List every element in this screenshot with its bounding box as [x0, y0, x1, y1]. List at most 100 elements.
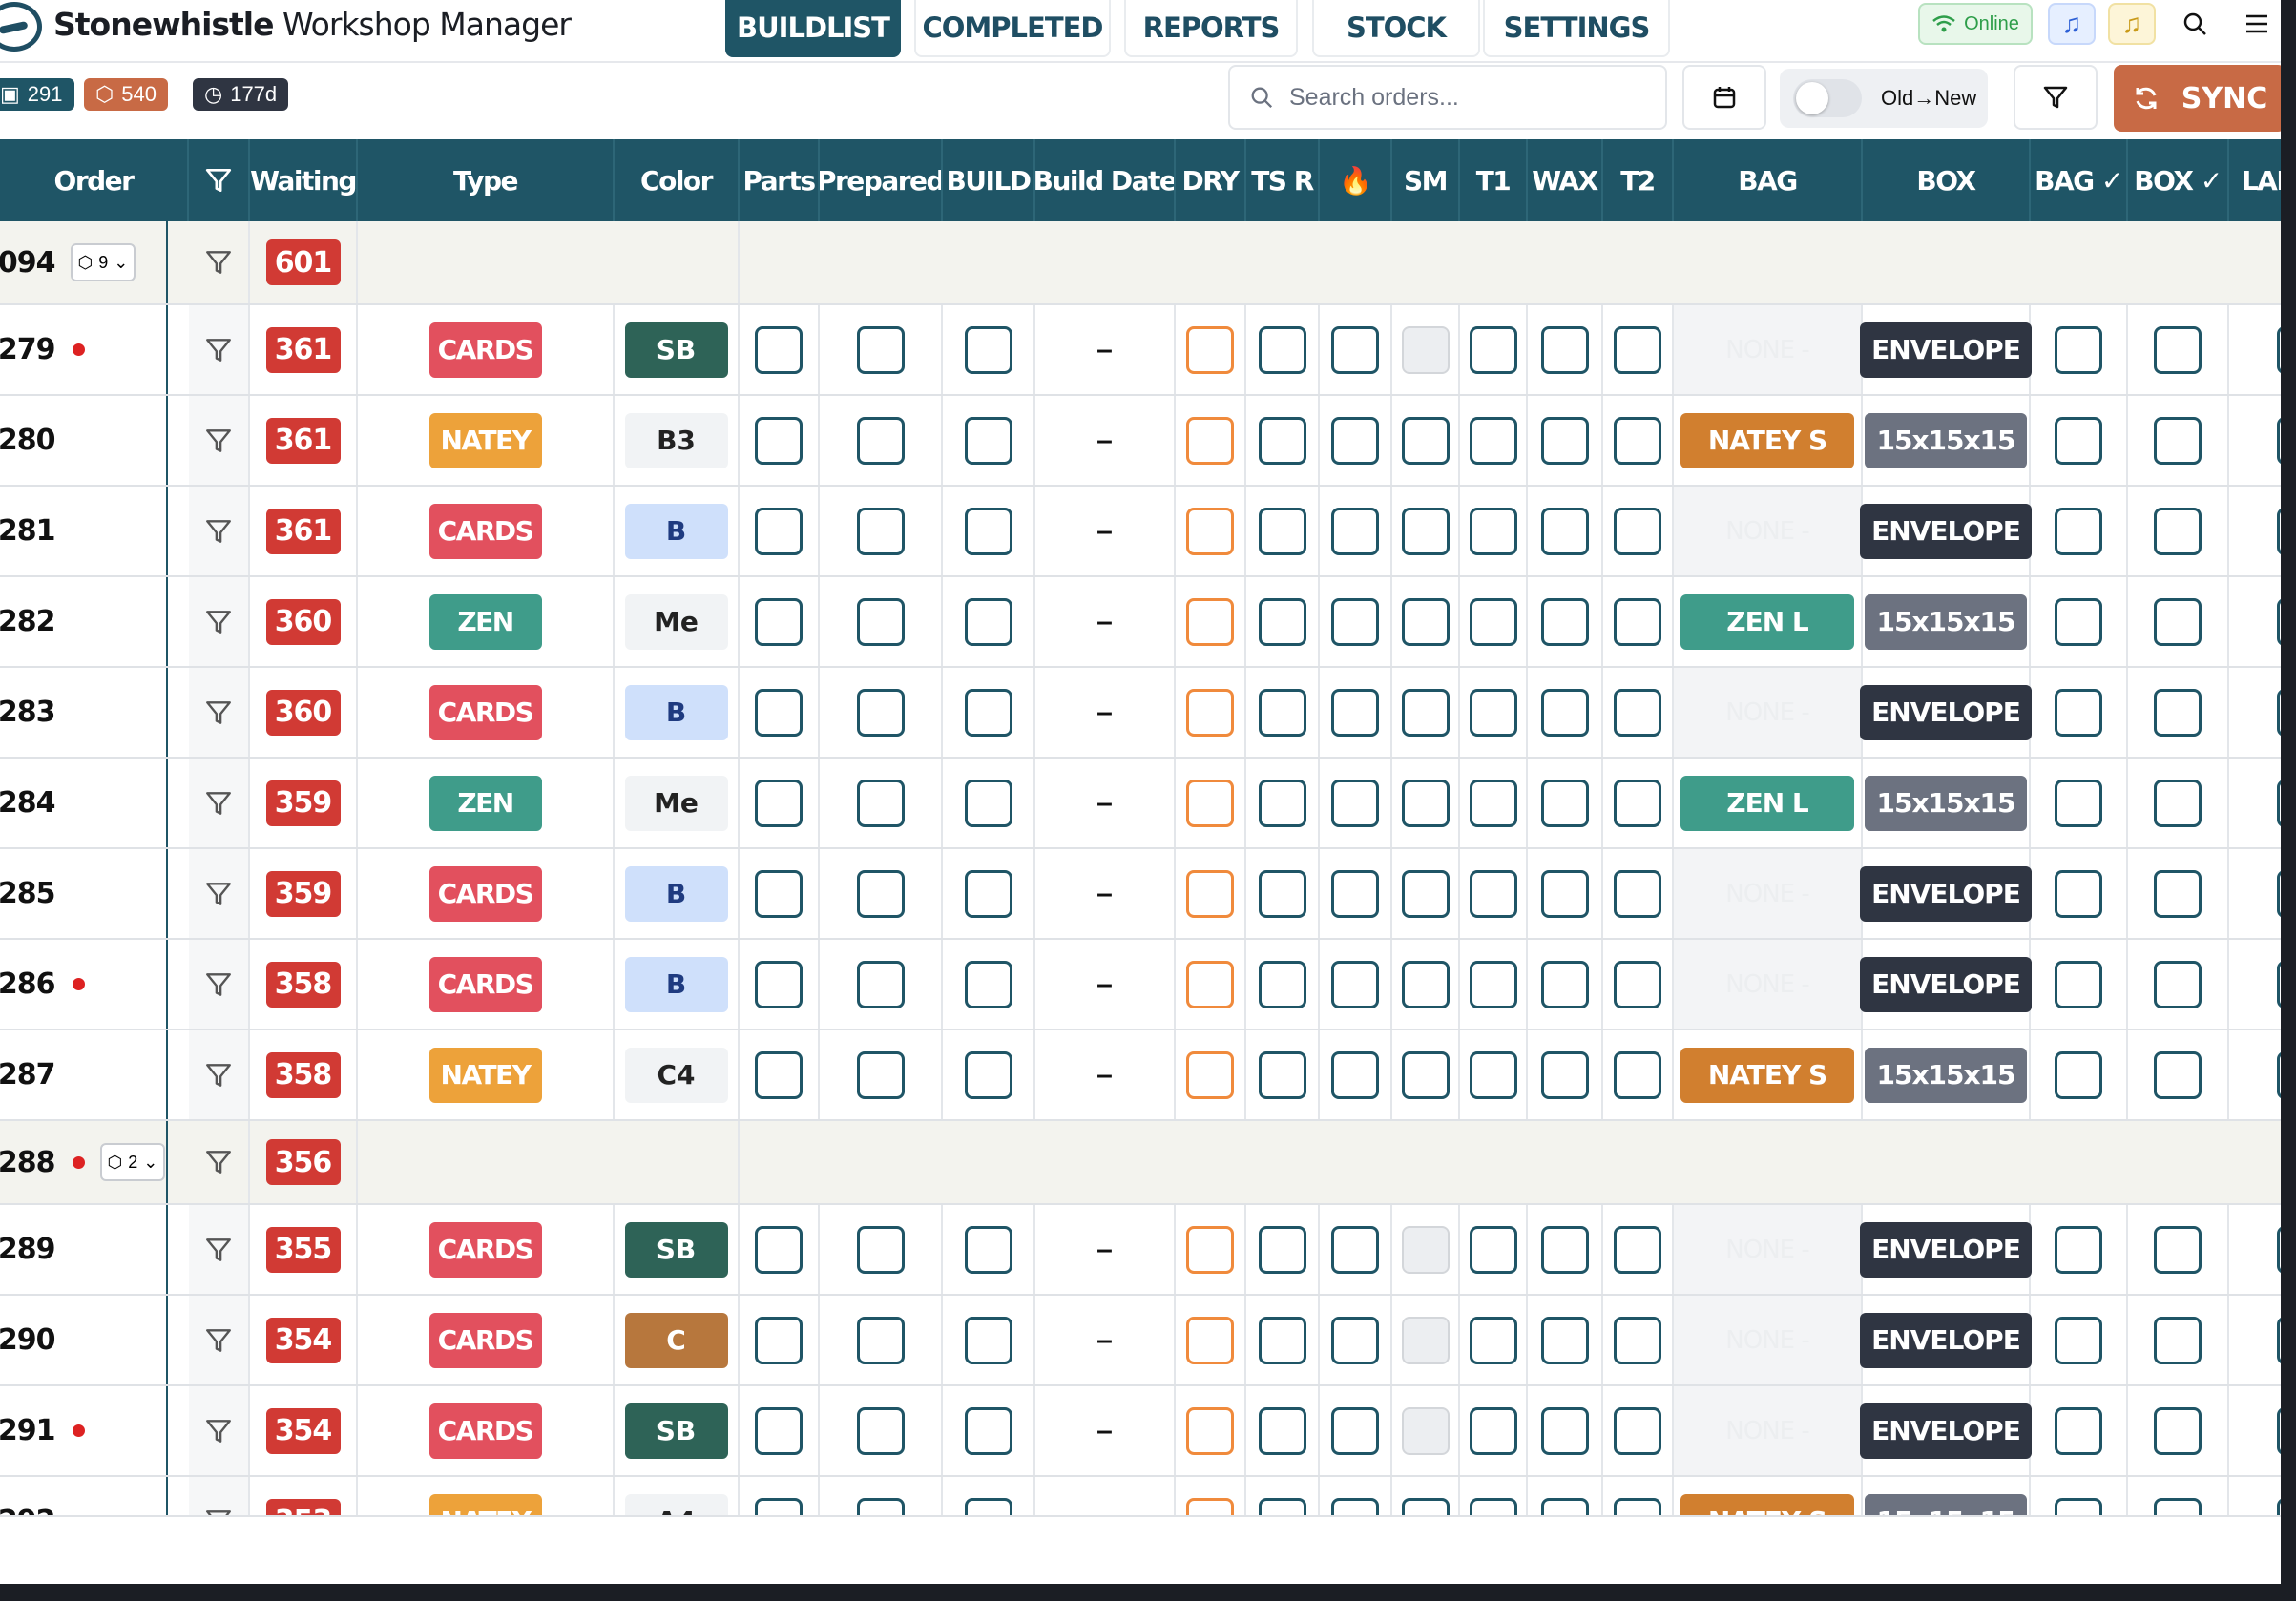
build-cell[interactable] [943, 940, 1035, 1029]
bag-select[interactable]: ZEN L [1680, 775, 1854, 831]
t1-checkbox[interactable] [1469, 1225, 1517, 1274]
bag-check-cell[interactable] [2031, 1477, 2128, 1515]
label-cell[interactable] [2229, 940, 2281, 1029]
fire-cell[interactable] [1320, 487, 1392, 575]
prepared-checkbox[interactable] [856, 1050, 905, 1099]
dry-checkbox[interactable] [1186, 1497, 1234, 1515]
bag-select[interactable]: NONE - [1680, 1222, 1854, 1278]
order-cell[interactable]: 1284 [0, 759, 168, 847]
header-col-build-date[interactable]: Build Date [1035, 139, 1176, 221]
order-number[interactable]: 1283 [0, 696, 55, 729]
group-row[interactable]: 1094 ⬡9⌄ 601 [0, 221, 2281, 305]
t1-cell[interactable] [1460, 668, 1528, 757]
box-select[interactable]: ENVELOPE [1860, 322, 2032, 378]
bag-select[interactable]: NONE - [1680, 866, 1854, 922]
bag-check-checkbox[interactable] [2055, 416, 2102, 465]
t1-checkbox[interactable] [1469, 960, 1517, 1008]
box-select[interactable]: ENVELOPE [1860, 956, 2032, 1012]
t1-checkbox[interactable] [1469, 507, 1517, 555]
dry-cell[interactable] [1176, 1386, 1246, 1475]
type-badge[interactable]: ZEN [428, 775, 542, 831]
parts-checkbox[interactable] [755, 1316, 803, 1364]
order-number[interactable]: 1094 [0, 246, 55, 280]
ts-r-checkbox[interactable] [1258, 1497, 1306, 1515]
t1-cell[interactable] [1460, 1386, 1528, 1475]
parts-checkbox[interactable] [755, 779, 803, 827]
color-cell[interactable]: B [615, 668, 740, 757]
parts-checkbox[interactable] [755, 869, 803, 918]
build-checkbox[interactable] [964, 1497, 1012, 1515]
box-cell[interactable]: ENVELOPE [1860, 668, 2032, 757]
t1-cell[interactable] [1460, 849, 1528, 938]
prepared-checkbox[interactable] [856, 869, 905, 918]
parts-cell[interactable] [740, 668, 820, 757]
sm-checkbox[interactable] [1401, 688, 1450, 737]
fire-cell[interactable] [1320, 1296, 1392, 1384]
header-col-sm[interactable]: SM [1392, 139, 1460, 221]
label-cell[interactable] [2229, 1386, 2281, 1475]
t1-cell[interactable] [1460, 305, 1528, 394]
box-cell[interactable]: 15x15x15 [1863, 1030, 2031, 1119]
search-button[interactable] [2171, 3, 2219, 45]
box-check-cell[interactable] [2128, 940, 2229, 1029]
order-number[interactable]: 1290 [0, 1323, 55, 1357]
type-cell[interactable]: NATEY [358, 1477, 615, 1515]
parts-checkbox[interactable] [755, 416, 803, 465]
prepared-cell[interactable] [820, 1296, 943, 1384]
table-row[interactable]: 1284 359 ZEN Me – ZEN L15x15x15 [0, 759, 2281, 849]
tab-buildlist[interactable]: BUILDLIST [725, 0, 901, 57]
dry-cell[interactable] [1176, 305, 1246, 394]
label-cell[interactable] [2229, 849, 2281, 938]
order-cell[interactable]: 1292 [0, 1477, 168, 1515]
row-filter-button[interactable] [189, 1121, 250, 1203]
tab-settings[interactable]: SETTINGS [1483, 0, 1670, 57]
wax-checkbox[interactable] [1540, 1406, 1589, 1455]
order-cell[interactable]: 1282 [0, 577, 168, 666]
bag-check-cell[interactable] [2031, 849, 2128, 938]
table-row[interactable]: 1280 361 NATEY B3 – NATEY S15x15x15 [0, 396, 2281, 487]
wax-checkbox[interactable] [1540, 779, 1589, 827]
build-checkbox[interactable] [964, 325, 1012, 374]
wax-checkbox[interactable] [1540, 1316, 1589, 1364]
label-checkbox[interactable] [2277, 1406, 2281, 1455]
sm-checkbox[interactable] [1401, 779, 1450, 827]
dry-cell[interactable] [1176, 1030, 1246, 1119]
type-cell[interactable]: NATEY [358, 396, 615, 485]
sm-checkbox[interactable] [1401, 416, 1450, 465]
build-checkbox[interactable] [964, 779, 1012, 827]
build-cell[interactable] [943, 668, 1035, 757]
menu-button[interactable] [2233, 3, 2281, 45]
table-row[interactable]: 1286 358 CARDS B – NONE -ENVELOPE [0, 940, 2281, 1030]
label-cell[interactable] [2229, 668, 2281, 757]
header-col-bag[interactable]: BAG [1674, 139, 1863, 221]
t2-cell[interactable] [1603, 1205, 1674, 1294]
dry-checkbox[interactable] [1186, 325, 1234, 374]
wax-cell[interactable] [1528, 668, 1603, 757]
row-filter-button[interactable] [189, 1030, 250, 1119]
prepared-checkbox[interactable] [856, 597, 905, 646]
bag-cell[interactable]: NONE - [1674, 305, 1863, 394]
box-check-cell[interactable] [2128, 396, 2229, 485]
box-cell[interactable]: 15x15x15 [1863, 1477, 2031, 1515]
label-cell[interactable] [2229, 577, 2281, 666]
dry-cell[interactable] [1176, 940, 1246, 1029]
type-badge[interactable]: CARDS [428, 684, 542, 740]
bag-check-cell[interactable] [2031, 487, 2128, 575]
t1-checkbox[interactable] [1469, 325, 1517, 374]
label-checkbox[interactable] [2277, 1050, 2281, 1099]
box-cell[interactable]: ENVELOPE [1860, 1386, 2032, 1475]
sm-checkbox[interactable] [1401, 1497, 1450, 1515]
t1-cell[interactable] [1460, 577, 1528, 666]
wax-cell[interactable] [1528, 940, 1603, 1029]
color-badge[interactable]: B [624, 684, 728, 740]
prepared-cell[interactable] [820, 759, 943, 847]
box-check-checkbox[interactable] [2154, 1050, 2202, 1099]
label-cell[interactable] [2229, 1296, 2281, 1384]
filter-button[interactable] [2014, 65, 2098, 130]
bag-check-checkbox[interactable] [2055, 325, 2102, 374]
bag-select[interactable]: NATEY S [1680, 1047, 1854, 1103]
bag-cell[interactable]: NONE - [1674, 1386, 1863, 1475]
label-checkbox[interactable] [2277, 779, 2281, 827]
color-cell[interactable]: C [615, 1296, 740, 1384]
box-select[interactable]: 15x15x15 [1865, 412, 2027, 468]
